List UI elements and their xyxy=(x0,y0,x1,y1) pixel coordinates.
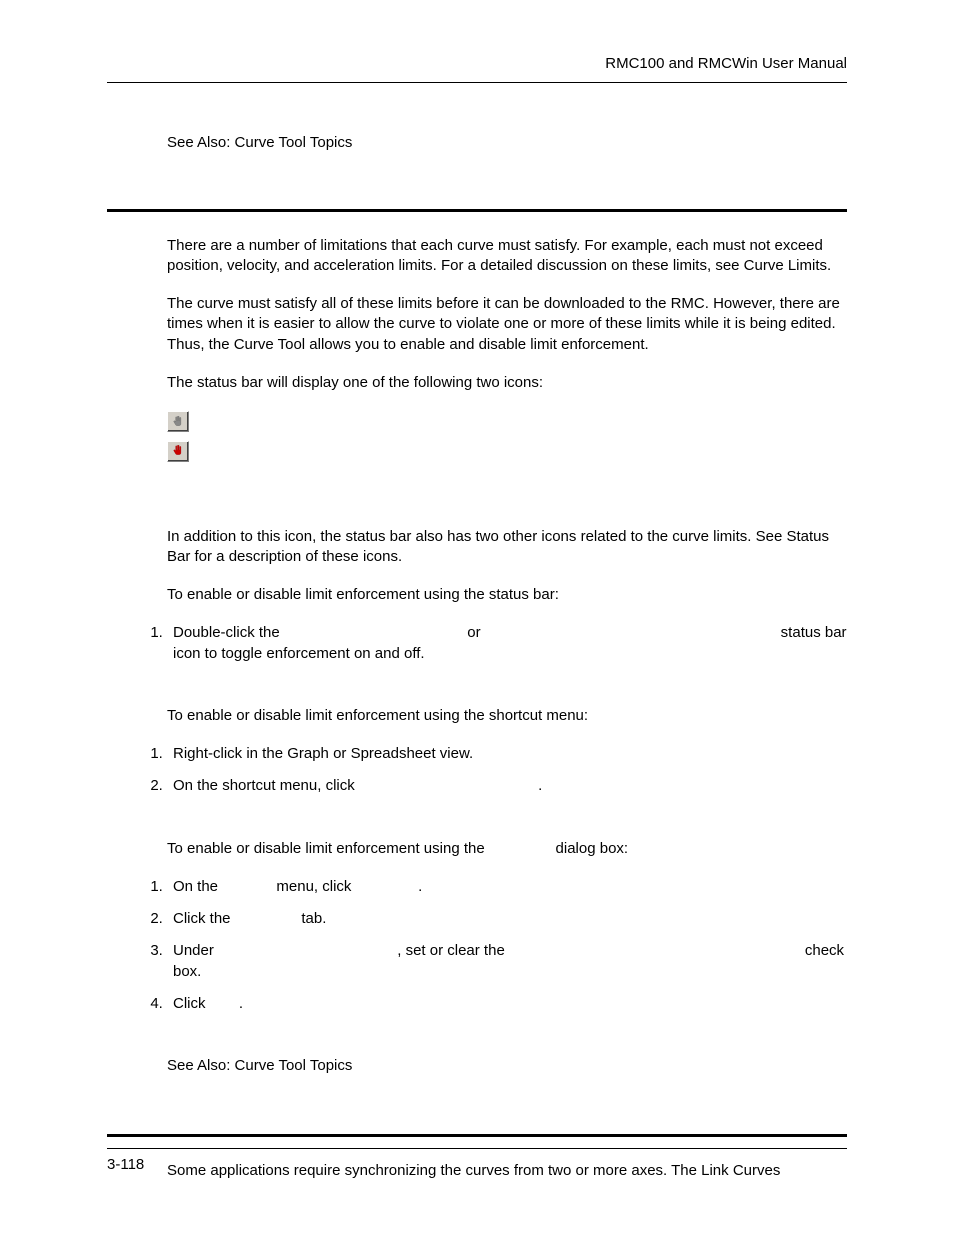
step-text: . xyxy=(418,878,422,895)
step-text: menu, click xyxy=(272,878,355,895)
paragraph: To enable or disable limit enforcement u… xyxy=(167,585,847,605)
blank-placeholder xyxy=(356,878,419,895)
paragraph: The status bar will display one of the f… xyxy=(167,373,847,393)
blank-placeholder xyxy=(284,624,463,641)
blank-placeholder xyxy=(222,878,272,895)
step-text: On the xyxy=(173,878,222,895)
step-text: or xyxy=(463,624,485,641)
step-text: tab. xyxy=(297,910,326,927)
blank-placeholder xyxy=(235,910,298,927)
step-text: . xyxy=(538,777,542,794)
page-header: RMC100 and RMCWin User Manual xyxy=(107,54,847,83)
para-text: dialog box: xyxy=(551,840,628,857)
list-item: On the menu, click . xyxy=(167,877,847,897)
blank-placeholder xyxy=(210,995,239,1012)
step-text: Under xyxy=(173,942,218,959)
steps-status-bar: Double-click the or status bar icon to t… xyxy=(107,623,847,664)
paragraph: In addition to this icon, the status bar… xyxy=(167,527,847,568)
list-item: Under , set or clear the check box. xyxy=(167,941,847,982)
page-number: 3-118 xyxy=(107,1156,144,1173)
hand-stop-icon xyxy=(167,441,189,462)
step-text: Double-click the xyxy=(173,624,284,641)
see-also-bottom: See Also: Curve Tool Topics xyxy=(167,1056,847,1076)
status-icon-enforced xyxy=(167,411,847,435)
see-also-top: See Also: Curve Tool Topics xyxy=(107,133,847,153)
list-item: Right-click in the Graph or Spreadsheet … xyxy=(167,744,847,764)
blank-placeholder xyxy=(218,942,397,959)
list-item: Click . xyxy=(167,994,847,1014)
list-item: Double-click the or status bar icon to t… xyxy=(167,623,847,664)
section-rule xyxy=(107,209,847,212)
paragraph: To enable or disable limit enforcement u… xyxy=(167,839,847,859)
step-text: . xyxy=(239,995,243,1012)
hand-icon xyxy=(167,411,189,432)
para-text: To enable or disable limit enforcement u… xyxy=(167,840,489,857)
blank-placeholder xyxy=(359,777,538,794)
list-item: Click the tab. xyxy=(167,909,847,929)
paragraph: There are a number of limitations that e… xyxy=(167,236,847,277)
step-text: , set or clear the xyxy=(397,942,509,959)
status-icon-not-enforced xyxy=(167,441,847,465)
paragraph: The curve must satisfy all of these limi… xyxy=(167,294,847,355)
blank-placeholder xyxy=(489,840,552,857)
section-rule xyxy=(107,1134,847,1137)
page-footer: 3-118 xyxy=(107,1148,847,1175)
step-text: Click the xyxy=(173,910,235,927)
step-text: On the shortcut menu, click xyxy=(173,777,359,794)
blank-placeholder xyxy=(485,624,777,641)
steps-shortcut-menu: Right-click in the Graph or Spreadsheet … xyxy=(107,744,847,797)
step-text: Click xyxy=(173,995,210,1012)
doc-title: RMC100 and RMCWin User Manual xyxy=(605,54,847,74)
list-item: On the shortcut menu, click . xyxy=(167,776,847,796)
blank-placeholder xyxy=(509,942,801,959)
steps-dialog-box: On the menu, click . Click the tab. Unde… xyxy=(107,877,847,1014)
paragraph: To enable or disable limit enforcement u… xyxy=(167,706,847,726)
